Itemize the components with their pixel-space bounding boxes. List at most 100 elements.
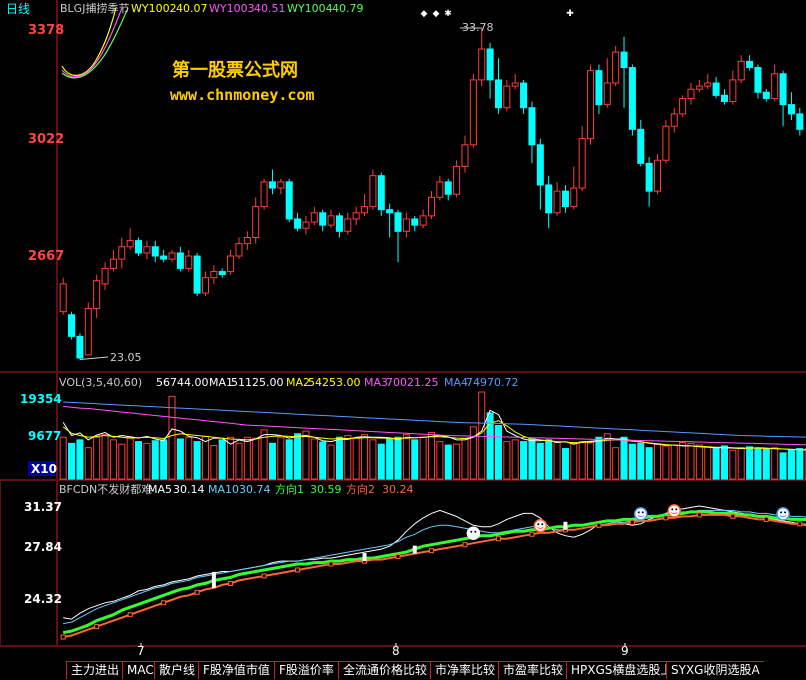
volume-legend-2-value: 54253.00 (308, 376, 361, 389)
smiley-icon (634, 507, 648, 521)
signal-marker: ✚ (566, 9, 574, 19)
volume-bar (520, 441, 528, 480)
volume-bar (720, 445, 728, 480)
indicator-tab[interactable]: HPXGS横盘选股上 (566, 661, 677, 679)
volume-bar (285, 439, 293, 480)
volume-bar (729, 449, 737, 480)
smiley-icon (466, 526, 481, 540)
smiley-eye (470, 530, 473, 533)
signal-bar (362, 553, 367, 562)
candle-body (277, 181, 285, 189)
volume-bar (746, 446, 754, 480)
volume-bar (653, 443, 662, 480)
candle-body (109, 258, 117, 269)
candle-body (176, 252, 184, 269)
candle-body (561, 190, 569, 208)
candle-body (511, 82, 519, 87)
volume-bar (160, 439, 168, 480)
volume-bar (294, 433, 302, 480)
volume-unit: X10 (31, 462, 57, 476)
volume-bar (101, 434, 109, 480)
volume-bar (427, 431, 436, 480)
x-label-8: 8 (392, 644, 400, 658)
candle-body (494, 79, 502, 109)
indicator-legend-3-name: 方向1 (275, 482, 304, 496)
direction-marker (395, 554, 401, 560)
candle-body (762, 91, 770, 99)
signal-marker: ✱ (444, 9, 452, 19)
volume-bar (645, 447, 653, 480)
direction-marker (161, 600, 167, 606)
volume-bar (494, 424, 502, 480)
indicator-tab[interactable]: 全流通价格比较 (338, 661, 432, 679)
volume-bar (394, 436, 402, 480)
volume-bar (637, 442, 645, 480)
x-label-9: 9 (621, 644, 629, 658)
candle-body (796, 113, 804, 130)
indicator-tab[interactable]: SYXG收阴选股A (666, 661, 764, 679)
direction-marker (127, 612, 133, 618)
candle-body (603, 82, 611, 106)
signal-bar (563, 521, 568, 530)
candle-body (746, 60, 754, 69)
volume-bar (243, 436, 251, 480)
candle-body (361, 206, 369, 214)
candle-body (645, 162, 653, 192)
volume-legend-1-value: 51125.00 (231, 376, 284, 389)
candle-body (185, 255, 193, 269)
volume-bar (135, 441, 143, 480)
candle-body (687, 88, 695, 99)
volume-bar (218, 439, 226, 480)
volume-bar (302, 430, 310, 480)
volume-bar (235, 442, 243, 480)
direction-marker (295, 567, 301, 573)
indicator-tab[interactable]: F股净值市值 (198, 661, 274, 679)
candle-body (595, 70, 603, 106)
direction-marker (763, 516, 769, 522)
candle-body (160, 255, 168, 260)
indicator-tab[interactable]: 市净率比较 (430, 661, 500, 679)
volume-bar (176, 438, 184, 480)
volume-bar (168, 395, 176, 480)
candle-body (628, 67, 636, 130)
candle-body (201, 277, 210, 294)
volume-bar (68, 442, 76, 480)
direction-marker (797, 521, 803, 527)
volume-bar (344, 435, 352, 480)
volume-legend-4-name: MA4 (444, 376, 468, 389)
volume-bar (84, 447, 92, 480)
candle-body (118, 246, 126, 260)
volume-bar (201, 435, 210, 480)
direction-marker (596, 522, 602, 528)
candle-body (143, 246, 151, 254)
indicator-tab[interactable]: 散户线 (154, 661, 200, 679)
volume-bar (570, 441, 578, 480)
smiley-eye (675, 508, 678, 511)
price-legend-2-value: 40.51 (254, 2, 286, 15)
volume-bar (461, 437, 469, 480)
indicator-tab[interactable]: 主力进出 (66, 661, 124, 679)
candle-body (101, 267, 109, 285)
period-label[interactable]: 日线 (6, 2, 30, 16)
volume-bar (687, 442, 695, 480)
indicator-tab-bar: 主力进出 MACD 散户线 F股净值市值 F股溢价率 全流通价格比较 市净率比较 市盈率比较 H… (0, 660, 806, 680)
candle-body (737, 60, 745, 81)
candle-body (93, 280, 101, 310)
indicator-title: BFCDN不发财都难 (59, 482, 152, 496)
volume-bar (578, 441, 586, 480)
direction-marker (194, 589, 200, 595)
volume-bar (210, 445, 218, 480)
volume-bar (754, 448, 762, 480)
candle-body (193, 255, 201, 294)
candle-body (76, 335, 84, 359)
price-indicator-title: BLGJ捕捞季节 (60, 1, 129, 15)
candle-body (260, 181, 268, 208)
volume-bar (352, 437, 360, 480)
volume-bar (712, 448, 720, 480)
candle-body (151, 246, 159, 257)
direction-marker (629, 519, 635, 525)
high-price-label: 33.78 (462, 21, 494, 34)
indicator-tab[interactable]: 市盈率比较 (498, 661, 568, 679)
indicator-tab[interactable]: F股溢价率 (274, 661, 338, 679)
smiley-eye (541, 523, 544, 526)
